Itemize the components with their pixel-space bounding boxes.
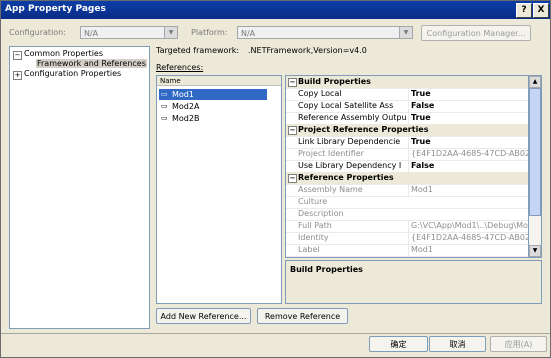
property-name: Culture xyxy=(298,197,328,206)
name-column-header[interactable]: Name xyxy=(157,76,281,86)
platform-combo[interactable]: N/A ▼ xyxy=(237,26,413,39)
property-name: Description xyxy=(298,209,344,218)
category-title: Build Properties xyxy=(298,77,371,86)
scroll-thumb[interactable] xyxy=(529,88,541,216)
category-title: Project Reference Properties xyxy=(298,125,429,134)
property-value: G:\VC\App\Mod1\..\Debug\Mod1 xyxy=(408,220,528,232)
configuration-label: Configuration: xyxy=(9,28,66,37)
reference-icon: ▭ xyxy=(161,114,168,122)
property-name: Label xyxy=(298,245,320,254)
property-value[interactable]: False xyxy=(408,100,528,112)
property-value[interactable]: False xyxy=(408,160,528,172)
property-value: {E4F1D2AA-4685-47CD-AB02-E8 xyxy=(408,148,528,160)
window-title: App Property Pages xyxy=(5,4,106,14)
configuration-manager-button[interactable]: Configuration Manager... xyxy=(421,25,531,41)
property-name: Identity xyxy=(298,233,329,242)
scroll-up-icon[interactable]: ▲ xyxy=(529,76,541,88)
remove-reference-button[interactable]: Remove Reference xyxy=(257,308,348,324)
property-name: Copy Local Satellite Ass xyxy=(298,101,394,110)
property-pages-window: App Property Pages ? X Configuration: N/… xyxy=(0,0,551,358)
property-grid: − Build Properties Copy Local True Copy … xyxy=(285,75,529,258)
collapse-icon[interactable]: − xyxy=(288,174,297,183)
property-value[interactable]: True xyxy=(408,88,528,100)
configuration-value: N/A xyxy=(84,29,99,38)
property-value[interactable]: True xyxy=(408,112,528,124)
configuration-combo[interactable]: N/A ▼ xyxy=(80,26,178,39)
property-name: Full Path xyxy=(298,221,332,230)
property-grid-scrollbar[interactable]: ▲ ▼ xyxy=(529,75,542,258)
tree-item-framework-and-references[interactable]: Framework and References xyxy=(36,59,147,68)
scroll-down-icon[interactable]: ▼ xyxy=(529,245,541,257)
reference-icon: ▭ xyxy=(161,90,168,98)
category-title: Reference Properties xyxy=(298,173,394,182)
description-title: Build Properties xyxy=(290,265,363,274)
property-name: Project Identifier xyxy=(298,149,364,158)
reference-icon: ▭ xyxy=(161,102,168,110)
references-label: References: xyxy=(156,63,204,72)
cancel-button[interactable]: 取消 xyxy=(429,336,486,352)
expand-icon[interactable]: + xyxy=(13,71,22,80)
chevron-down-icon: ▼ xyxy=(399,27,412,38)
category-tree: − Common Properties Framework and Refere… xyxy=(9,46,150,329)
targeted-framework-value: .NETFramework,Version=v4.0 xyxy=(248,46,367,55)
collapse-icon[interactable]: − xyxy=(288,126,297,135)
platform-value: N/A xyxy=(241,29,256,38)
help-button[interactable]: ? xyxy=(516,3,532,18)
description-panel: Build Properties xyxy=(285,260,542,304)
tree-item-common-properties[interactable]: Common Properties xyxy=(24,49,103,58)
property-name: Use Library Dependency I xyxy=(298,161,402,170)
references-list: Name ▭ Mod1 ▭ Mod2A ▭ Mod2B xyxy=(156,75,282,304)
property-name: Assembly Name xyxy=(298,185,363,194)
platform-label: Platform: xyxy=(191,28,228,37)
chevron-down-icon: ▼ xyxy=(164,27,177,38)
separator xyxy=(1,333,550,334)
property-name: Link Library Dependencie xyxy=(298,137,401,146)
property-value[interactable]: True xyxy=(408,136,528,148)
apply-button[interactable]: 应用(A) xyxy=(490,336,547,352)
reference-name: Mod2B xyxy=(172,114,200,123)
tree-item-configuration-properties[interactable]: Configuration Properties xyxy=(24,69,121,78)
add-new-reference-button[interactable]: Add New Reference... xyxy=(156,308,251,324)
property-value: {E4F1D2AA-4685-47CD-AB02-E8 xyxy=(408,232,528,244)
property-name: Reference Assembly Outpu xyxy=(298,113,407,122)
reference-name: Mod1 xyxy=(172,90,194,99)
ok-button[interactable]: 确定 xyxy=(369,336,428,352)
property-row[interactable]: Label Mod1 xyxy=(286,244,528,257)
close-button[interactable]: X xyxy=(533,3,549,18)
property-value: Mod1 xyxy=(408,184,528,196)
property-name: Copy Local xyxy=(298,89,342,98)
property-value: Mod1 xyxy=(408,244,528,256)
reference-item[interactable]: ▭ Mod2A xyxy=(159,101,267,112)
reference-name: Mod2A xyxy=(172,102,200,111)
reference-item[interactable]: ▭ Mod2B xyxy=(159,113,267,124)
collapse-icon[interactable]: − xyxy=(13,51,22,60)
title-bar[interactable]: App Property Pages ? X xyxy=(1,1,550,19)
collapse-icon[interactable]: − xyxy=(288,78,297,87)
targeted-framework-label: Targeted framework: xyxy=(156,46,240,55)
reference-item[interactable]: ▭ Mod1 xyxy=(159,89,267,100)
